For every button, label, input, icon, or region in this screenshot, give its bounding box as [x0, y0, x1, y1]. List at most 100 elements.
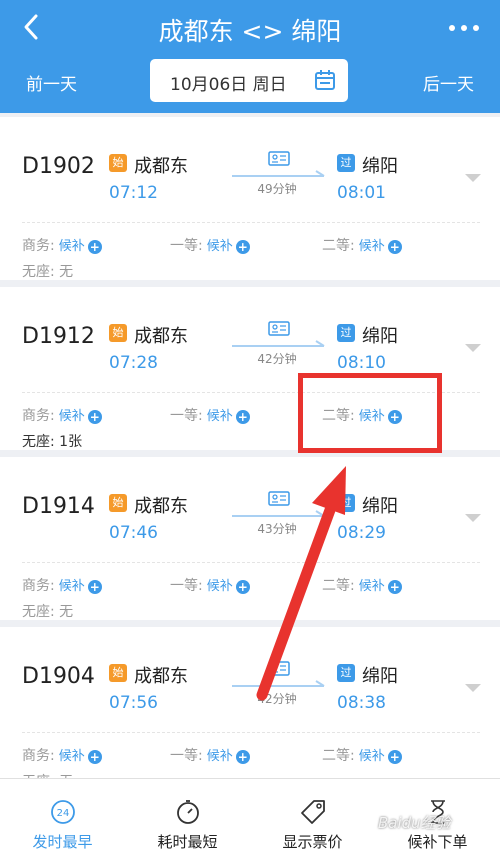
seat-class-1[interactable]: 一等: 候补 +: [170, 235, 250, 255]
next-day-button[interactable]: 后一天: [423, 70, 474, 95]
chevron-down-icon[interactable]: [464, 512, 482, 524]
id-card-icon: [268, 491, 290, 506]
date-label: 10月06日 周日: [170, 75, 287, 95]
departure-station: 成都东: [134, 156, 188, 177]
date-picker[interactable]: 10月06日 周日: [150, 59, 348, 102]
seat-class-label: 一等:: [170, 408, 203, 424]
add-waitlist-icon[interactable]: +: [87, 240, 102, 254]
seat-class-label: 二等:: [322, 408, 355, 424]
departure-time: 07:56: [109, 693, 158, 713]
tab-waitlist-order[interactable]: 候补下单: [375, 779, 500, 859]
arrival-station: 绵阳: [362, 496, 398, 517]
bottom-tab-bar: 24 发时最早 耗时最短 显示票价 候补下单: [0, 778, 500, 859]
seat-class-label: 一等:: [170, 748, 203, 764]
waitlist-status: 候补: [206, 409, 233, 424]
more-options-icon[interactable]: [448, 24, 480, 32]
pass-through-badge: 过: [337, 324, 355, 342]
seat-class-2[interactable]: 二等: 候补 +: [322, 235, 402, 255]
chevron-down-icon[interactable]: [464, 342, 482, 354]
seat-class-2[interactable]: 二等: 候补 +: [322, 575, 402, 595]
waitlist-status: 候补: [58, 749, 85, 764]
seat-class-label: 一等:: [170, 238, 203, 254]
clock-24-icon: 24: [51, 800, 75, 824]
divider: [22, 562, 480, 563]
seat-class-label: 商务:: [22, 578, 55, 594]
waitlist-status: 候补: [206, 239, 233, 254]
tab-label: 耗时最短: [157, 833, 218, 851]
seat-class-label: 二等:: [322, 238, 355, 254]
waitlist-status: 候补: [206, 749, 233, 764]
route-arrow-icon: [232, 510, 325, 517]
departure-station: 成都东: [134, 496, 188, 517]
tab-label: 候补下单: [407, 833, 468, 851]
waitlist-status: 候补: [58, 579, 85, 594]
waitlist-status: 候补: [358, 579, 385, 594]
arrival-station: 绵阳: [362, 156, 398, 177]
add-waitlist-icon[interactable]: +: [87, 580, 102, 594]
route-arrow-icon: [232, 340, 325, 347]
add-waitlist-icon[interactable]: +: [387, 240, 402, 254]
departure-station: 成都东: [134, 326, 188, 347]
chevron-down-icon[interactable]: [464, 682, 482, 694]
seat-class-2[interactable]: 二等: 候补 +: [322, 405, 402, 425]
departure-time: 07:46: [109, 523, 158, 543]
chevron-down-icon[interactable]: [464, 172, 482, 184]
seat-class-2[interactable]: 二等: 候补 +: [322, 745, 402, 765]
trip-duration: 42分钟: [257, 352, 297, 366]
train-card[interactable]: D1912 始 成都东 07:28 42分钟 过 绵阳 08:10 商务: 候补 +…: [0, 287, 500, 450]
trip-duration: 43分钟: [257, 522, 297, 536]
no-seat-info: 无座: 无: [22, 604, 74, 620]
add-waitlist-icon[interactable]: +: [235, 240, 250, 254]
trip-duration: 49分钟: [257, 182, 297, 196]
arrival-time: 08:38: [337, 693, 386, 713]
tab-show-price[interactable]: 显示票价: [250, 779, 375, 859]
seat-class-0[interactable]: 商务: 候补 +: [22, 405, 102, 425]
train-number: D1912: [22, 324, 95, 349]
seat-class-0[interactable]: 商务: 候补 +: [22, 575, 102, 595]
add-waitlist-icon[interactable]: +: [387, 410, 402, 424]
train-card[interactable]: D1904 始 成都东 07:56 42分钟 过 绵阳 08:38 商务: 候补 +…: [0, 627, 500, 778]
waitlist-status: 候补: [58, 409, 85, 424]
trip-duration: 42分钟: [257, 692, 297, 706]
header: 成都东 <> 绵阳 前一天 10月06日 周日 后一天: [0, 0, 500, 113]
seat-class-1[interactable]: 一等: 候补 +: [170, 745, 250, 765]
waitlist-status: 候补: [358, 239, 385, 254]
train-list: D1902 始 成都东 07:12 49分钟 过 绵阳 08:01 商务: 候补 +…: [0, 113, 500, 778]
id-card-icon: [268, 151, 290, 166]
route-arrow-icon: [232, 170, 325, 177]
seat-class-0[interactable]: 商务: 候补 +: [22, 235, 102, 255]
prev-day-button[interactable]: 前一天: [26, 70, 77, 95]
calendar-icon: [315, 70, 335, 90]
seat-class-1[interactable]: 一等: 候补 +: [170, 575, 250, 595]
seat-class-1[interactable]: 一等: 候补 +: [170, 405, 250, 425]
tab-label: 发时最早: [32, 833, 93, 851]
tab-label: 显示票价: [282, 833, 343, 851]
departure-time: 07:12: [109, 183, 158, 203]
no-seat-info: 无座: 无: [22, 771, 73, 778]
add-waitlist-icon[interactable]: +: [235, 750, 250, 764]
add-waitlist-icon[interactable]: +: [235, 580, 250, 594]
seat-class-label: 商务:: [22, 748, 55, 764]
add-waitlist-icon[interactable]: +: [87, 750, 102, 764]
tab-shortest-duration[interactable]: 耗时最短: [125, 779, 250, 859]
page-title: 成都东 <> 绵阳: [158, 17, 342, 46]
seat-class-label: 二等:: [322, 748, 355, 764]
arrival-station: 绵阳: [362, 666, 398, 687]
train-card[interactable]: D1914 始 成都东 07:46 43分钟 过 绵阳 08:29 商务: 候补 +…: [0, 457, 500, 620]
seat-class-0[interactable]: 商务: 候补 +: [22, 745, 102, 765]
pass-through-badge: 过: [337, 664, 355, 682]
add-waitlist-icon[interactable]: +: [387, 580, 402, 594]
train-number: D1902: [22, 154, 95, 179]
hourglass-icon: [431, 800, 445, 824]
add-waitlist-icon[interactable]: +: [235, 410, 250, 424]
add-waitlist-icon[interactable]: +: [387, 750, 402, 764]
waitlist-status: 候补: [358, 409, 385, 424]
train-card[interactable]: D1902 始 成都东 07:12 49分钟 过 绵阳 08:01 商务: 候补 +…: [0, 117, 500, 280]
id-card-icon: [268, 661, 290, 676]
add-waitlist-icon[interactable]: +: [87, 410, 102, 424]
seat-class-label: 商务:: [22, 408, 55, 424]
tab-earliest-departure[interactable]: 24 发时最早: [0, 779, 125, 859]
no-seat-info: 无座: 1张: [22, 434, 83, 450]
price-tag-icon: [301, 800, 325, 824]
stopwatch-icon: [177, 800, 199, 824]
